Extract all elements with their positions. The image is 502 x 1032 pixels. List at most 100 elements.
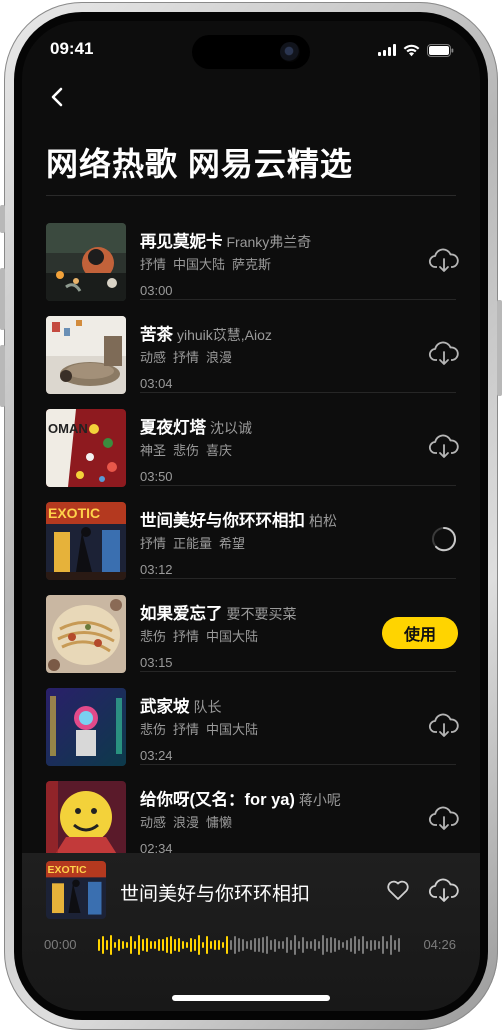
song-row[interactable]: 苦茶 yihuik苡慧,Aioz 动感 抒情 浪漫 03:04 [22,300,480,394]
waveform-bar [122,940,124,950]
status-icons [378,43,454,57]
waveform-bar [250,940,252,950]
song-row[interactable]: OMAN 夏夜灯塔 沈以诚 神圣 悲伤 喜庆 03:50 [22,393,480,487]
song-row[interactable]: 如果爱忘了 要不要买菜 悲伤 抒情 中国大陆 03:15 使用 [22,579,480,673]
song-title: 夏夜灯塔 [140,419,206,437]
song-tag: 神圣 [140,443,167,458]
app-screen: 09:41 网络热歌 网易云精选 再见莫妮卡 Franky弗兰奇 抒情 中国大陆… [22,21,480,1011]
cloud-download-icon[interactable] [428,247,460,273]
song-artist: 沈以诚 [210,420,252,436]
song-tag: 中国大陆 [206,722,259,737]
waveform-bar [350,937,352,953]
waveform-bar [334,938,336,952]
waveform-bar [226,935,228,955]
song-tags: 悲伤 抒情 中国大陆 [140,626,258,645]
waveform-bar [182,940,184,950]
album-cover [46,223,126,301]
waveform-bar [126,941,128,949]
waveform-bar [134,940,136,950]
use-button[interactable]: 使用 [382,617,458,649]
now-playing-bar[interactable]: EXOTIC 世间美好与你环环相扣 00:00 04:26 [22,853,480,1011]
waveform-bar [294,935,296,955]
song-tag: 抒情 [173,722,200,737]
song-tag: 悲伤 [173,443,200,458]
svg-text:OMAN: OMAN [48,421,88,436]
waveform-bar [170,936,172,954]
song-artist: 队长 [193,699,222,715]
song-tag: 悲伤 [140,629,167,644]
silent-switch [0,205,5,233]
waveform-bar [190,938,192,952]
waveform-bar [254,937,256,952]
cloud-download-icon[interactable] [428,433,460,459]
song-artist: yihuik苡慧,Aioz [177,327,272,343]
waveform-bar [378,940,380,950]
volume-up-button [0,268,5,330]
title-divider [46,195,456,196]
song-row[interactable]: 给你呀(又名：for ya) 蒋小呢 动感 浪漫 慵懒 02:34 [22,765,480,859]
heart-icon[interactable] [386,879,410,901]
waveform-bar [262,937,264,953]
song-artist: Franky弗兰奇 [226,234,312,250]
waveform-bar [338,940,340,950]
waveform-bar [238,938,240,952]
waveform-bar [218,939,220,951]
song-row[interactable]: 再见莫妮卡 Franky弗兰奇 抒情 中国大陆 萨克斯 03:00 [22,207,480,301]
waveform-bar [174,939,176,951]
album-cover [46,781,126,859]
album-cover [46,688,126,766]
waveform-bar [330,936,332,954]
waveform-bar [290,940,292,950]
song-duration: 03:24 [140,748,173,763]
song-row[interactable]: EXOTIC 世间美好与你环环相扣 柏松 抒情 正能量 希望 03:12 [22,486,480,580]
song-title: 给你呀(又名：for ya) [140,791,295,809]
album-cover: OMAN [46,409,126,487]
waveform-bar [142,938,144,952]
waveform-bar [270,940,272,950]
waveform-bar [194,939,196,951]
song-tag: 浪漫 [206,350,233,365]
waveform-bar [162,938,164,952]
wifi-icon [403,44,420,56]
waveform-bar [302,936,304,954]
song-tag: 正能量 [173,536,213,551]
waveform-bar [230,939,232,951]
waveform-bar [178,937,180,953]
waveform-bar [202,941,204,949]
song-tag: 希望 [219,536,246,551]
waveform-bar [214,940,216,950]
waveform-bar [198,935,200,955]
song-title: 武家坡 [140,698,190,716]
song-row[interactable]: 武家坡 队长 悲伤 抒情 中国大陆 03:24 [22,672,480,766]
song-duration: 03:50 [140,469,173,484]
home-indicator [172,995,330,1001]
song-artist: 柏松 [309,513,337,529]
song-tag: 抒情 [173,629,200,644]
waveform-bar [342,941,344,949]
song-artist: 蒋小呢 [298,792,341,808]
cloud-download-icon[interactable] [428,340,460,366]
song-duration: 03:15 [140,655,173,670]
now-playing-cover: EXOTIC [46,861,106,919]
waveform-bar [106,940,108,950]
chevron-left-icon[interactable] [46,85,70,109]
waveform-bar [150,940,152,950]
waveform-bar [242,939,244,951]
now-playing-title: 世间美好与你环环相扣 [120,884,311,905]
song-tag: 动感 [140,350,167,365]
waveform-bar [266,935,268,955]
song-tags: 动感 抒情 浪漫 [140,347,232,366]
cloud-download-icon[interactable] [428,805,460,831]
battery-icon [427,43,454,57]
waveform-bar [158,938,160,952]
waveform-bar [398,937,400,953]
waveform-progress[interactable] [98,931,408,959]
cloud-download-icon[interactable] [428,877,460,903]
waveform-bar [314,938,316,952]
song-tag: 中国大陆 [206,629,259,644]
waveform-bar [322,935,324,955]
song-tag: 抒情 [140,257,167,272]
status-time: 09:41 [50,39,94,58]
cloud-download-icon[interactable] [428,712,460,738]
waveform-bar [326,938,328,952]
